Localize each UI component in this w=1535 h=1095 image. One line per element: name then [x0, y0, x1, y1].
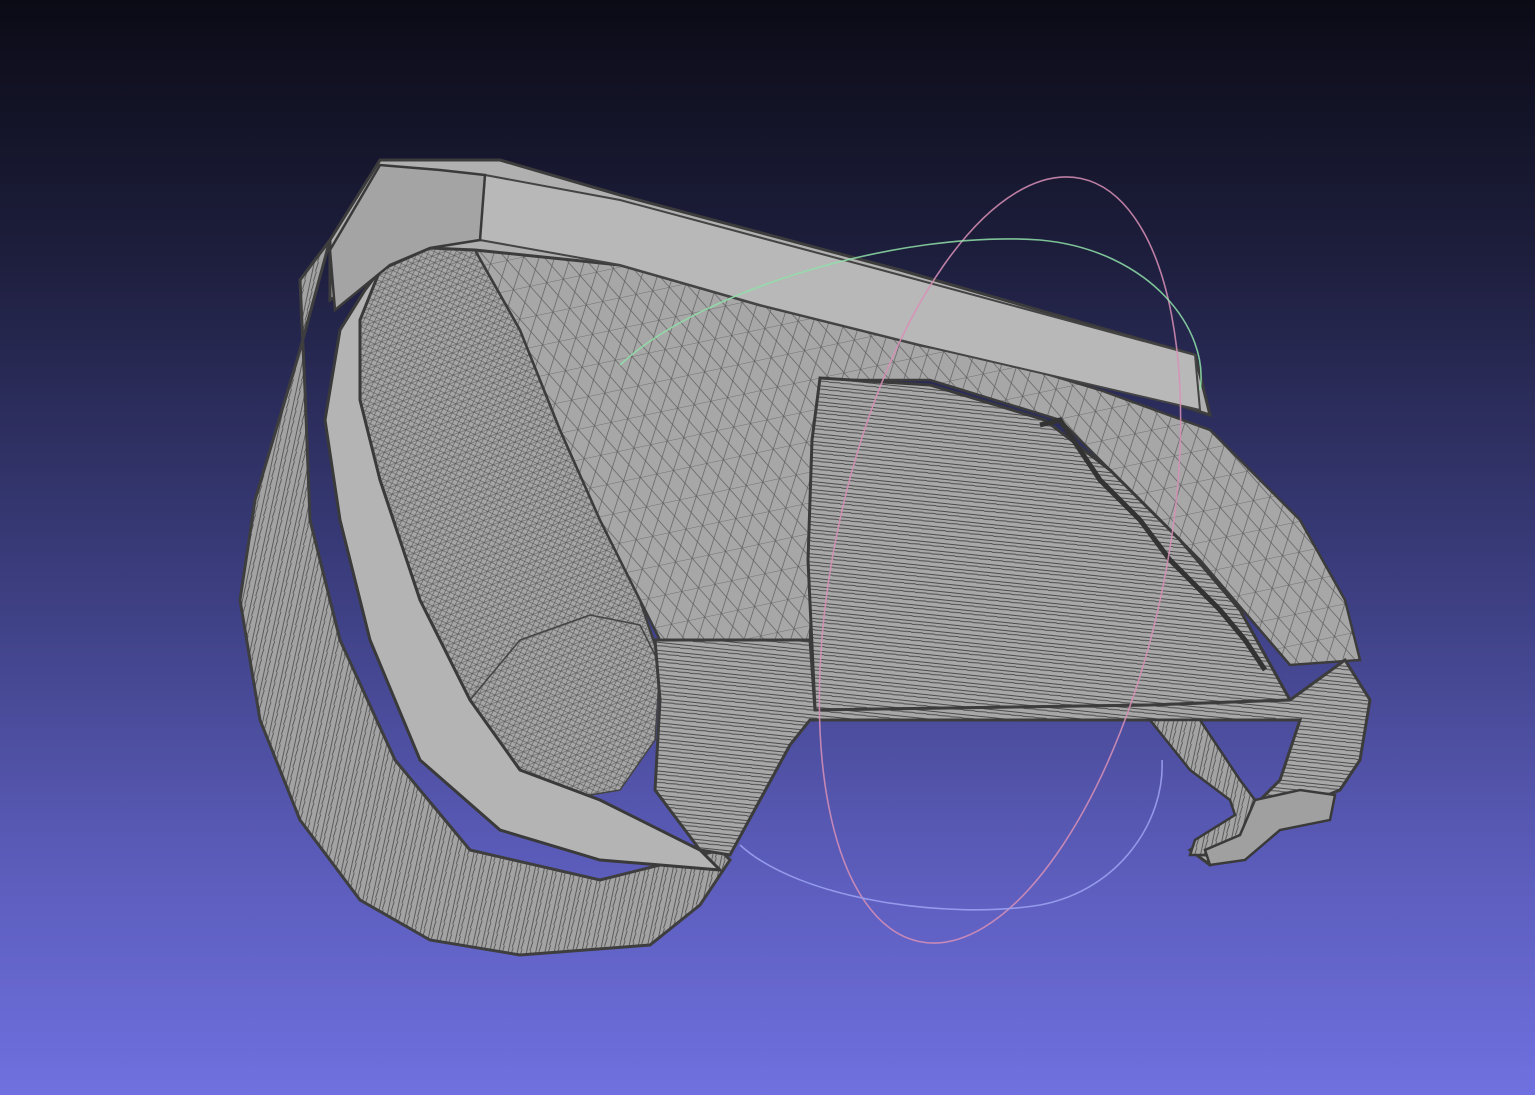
3d-viewport[interactable]	[0, 0, 1535, 1095]
mesh-model[interactable]	[238, 158, 1372, 957]
scene-canvas[interactable]	[0, 0, 1535, 1095]
